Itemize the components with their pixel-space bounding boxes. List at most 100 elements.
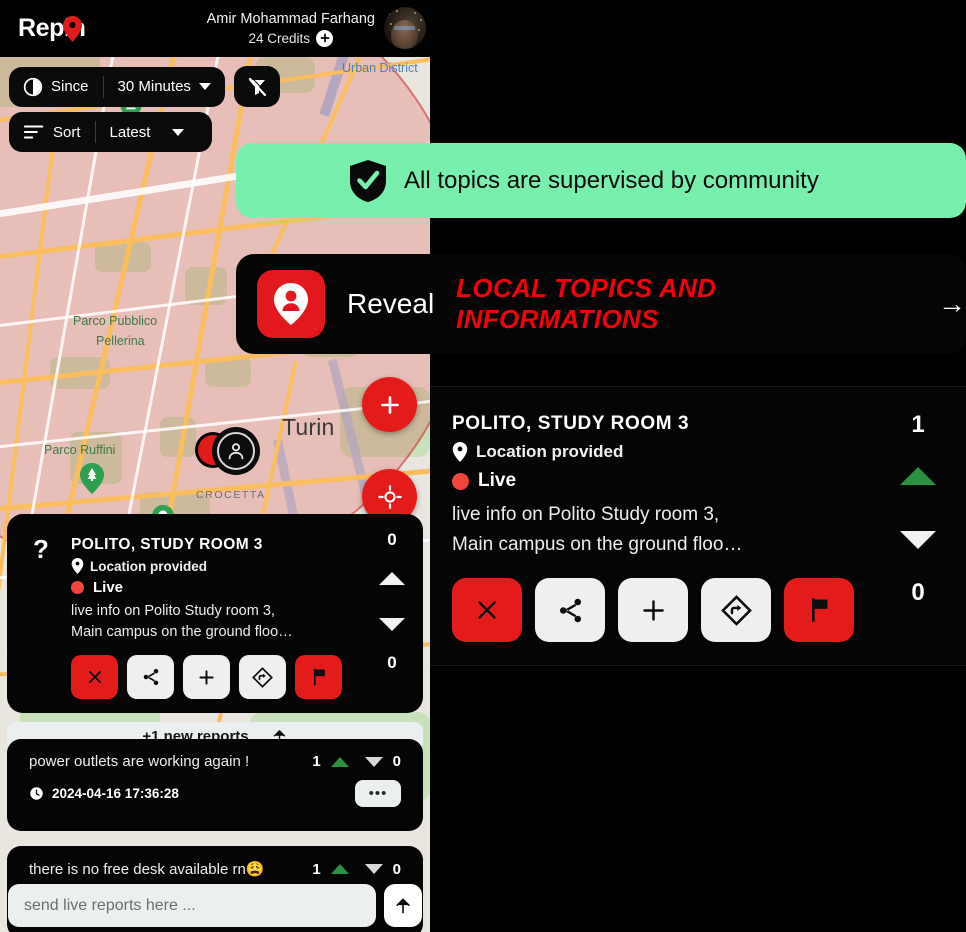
report-location: Location provided xyxy=(71,558,359,574)
upvote-button[interactable] xyxy=(379,572,405,585)
chevron-down-icon xyxy=(172,128,185,136)
account-text: Amir Mohammad Farhang 24 Credits xyxy=(207,10,375,47)
report-card[interactable]: ? POLITO, STUDY ROOM 3 Location provided… xyxy=(7,514,423,713)
downvote-button[interactable] xyxy=(364,756,383,767)
contrast-circle-icon xyxy=(23,77,43,96)
close-button[interactable] xyxy=(71,655,118,699)
add-button[interactable] xyxy=(618,578,688,642)
arrow-up-icon xyxy=(396,898,410,913)
send-report-input[interactable] xyxy=(8,884,376,927)
feed-item-votes: 1 0 xyxy=(312,753,401,770)
report-card-detail[interactable]: POLITO, STUDY ROOM 3 Location provided L… xyxy=(430,386,966,666)
directions-icon xyxy=(252,666,273,688)
feed-item-row: power outlets are working again ! 1 0 xyxy=(7,753,423,770)
report-status: Live xyxy=(71,579,359,596)
share-button[interactable] xyxy=(127,655,174,699)
share-button[interactable] xyxy=(535,578,605,642)
map-label: Parco Pubblico xyxy=(73,314,158,328)
sort-segment[interactable]: Sort xyxy=(9,112,95,152)
person-marker-icon xyxy=(214,429,258,473)
share-icon xyxy=(143,668,158,686)
report-body-line-2: Main campus on the ground floo… xyxy=(452,534,743,555)
upvote-button[interactable] xyxy=(330,864,349,874)
since-segment[interactable]: Since xyxy=(9,67,103,107)
report-body-line-2: Main campus on the ground floo… xyxy=(71,624,293,640)
shield-check-icon xyxy=(350,159,386,202)
map-pin-icon xyxy=(452,442,468,462)
downvote-count: 0 xyxy=(911,579,925,606)
since-label: Since xyxy=(51,78,89,95)
reveal-prefix: Reveal xyxy=(347,288,435,319)
composer-bar xyxy=(8,884,422,927)
add-report-fab[interactable] xyxy=(362,377,417,432)
map-label: Pellerina xyxy=(96,334,145,348)
map-label: Urban District xyxy=(342,61,418,75)
report-location: Location provided xyxy=(452,442,870,462)
park-poi-pin[interactable] xyxy=(80,463,104,494)
plus-icon xyxy=(642,599,664,621)
directions-button[interactable] xyxy=(701,578,771,642)
since-filter-chip[interactable]: Since 30 Minutes xyxy=(9,66,225,107)
app-header: Repin Amir Mohammad Farhang 24 Credits xyxy=(0,0,430,57)
since-value-dropdown[interactable]: 30 Minutes xyxy=(104,67,225,107)
supervised-banner-text: All topics are supervised by community xyxy=(404,166,819,194)
x-icon xyxy=(478,601,496,619)
since-value: 30 Minutes xyxy=(117,78,191,95)
sort-value: Latest xyxy=(109,123,151,141)
account-summary[interactable]: Amir Mohammad Farhang 24 Credits xyxy=(207,7,426,49)
clear-filter-button[interactable] xyxy=(233,66,280,107)
map-pin-icon xyxy=(63,16,82,42)
plus-icon xyxy=(199,669,214,685)
map-label: CROCETTA xyxy=(196,489,266,501)
arrow-right-icon: → xyxy=(938,288,966,319)
directions-button[interactable] xyxy=(239,655,286,699)
downvote-button[interactable] xyxy=(364,864,383,874)
sort-value-dropdown[interactable]: Latest xyxy=(96,112,213,152)
upvote-count: 1 xyxy=(911,411,925,438)
reveal-highlight: LOCAL TOPICS AND INFORMATIONS xyxy=(456,273,717,334)
sort-label: Sort xyxy=(53,123,81,141)
report-title: POLITO, STUDY ROOM 3 xyxy=(71,536,263,553)
report-flag-button[interactable] xyxy=(784,578,854,642)
list-item[interactable]: power outlets are working again ! 1 0 20… xyxy=(7,739,423,831)
x-icon xyxy=(88,671,101,683)
chevron-down-icon xyxy=(198,83,211,90)
upvote-button[interactable] xyxy=(900,467,936,485)
feed-item-meta: 2024-04-16 17:36:28 ••• xyxy=(7,780,423,807)
report-actions xyxy=(452,578,870,642)
vote-column: 1 0 xyxy=(870,387,966,665)
plus-circle-icon[interactable] xyxy=(316,29,334,47)
credits-row: 24 Credits xyxy=(207,29,375,47)
feed-item-text: power outlets are working again ! xyxy=(29,753,250,770)
report-status-text: Live xyxy=(93,579,124,596)
report-status-text: Live xyxy=(478,470,517,491)
supervised-banner[interactable]: All topics are supervised by community xyxy=(236,143,966,218)
report-title: POLITO, STUDY ROOM 3 xyxy=(452,413,690,434)
send-button[interactable] xyxy=(384,884,422,927)
downvote-button[interactable] xyxy=(900,531,936,549)
credits-label: 24 Credits xyxy=(248,30,311,46)
report-location-text: Location provided xyxy=(90,558,208,574)
upvote-button[interactable] xyxy=(330,756,349,767)
downvote-button[interactable] xyxy=(379,618,405,631)
avatar[interactable] xyxy=(384,7,426,49)
app-logo[interactable]: Repin xyxy=(18,14,86,43)
upvote-count: 0 xyxy=(387,530,397,549)
downvote-count: 0 xyxy=(387,653,397,672)
report-body-line-1: live info on Polito Study room 3, xyxy=(452,504,720,525)
add-button[interactable] xyxy=(183,655,230,699)
report-flag-button[interactable] xyxy=(295,655,342,699)
upvote-count: 1 xyxy=(312,753,321,770)
reveal-banner[interactable]: Reveal LOCAL TOPICS AND INFORMATIONS → xyxy=(236,254,966,354)
map-label: Turin xyxy=(282,414,335,440)
feed-item-votes: 1 0 xyxy=(312,861,401,878)
report-location-text: Location provided xyxy=(476,442,624,461)
report-actions xyxy=(71,655,359,699)
sort-filter-chip[interactable]: Sort Latest xyxy=(9,112,213,152)
directions-icon xyxy=(720,594,752,626)
more-options-button[interactable]: ••• xyxy=(355,780,401,807)
timestamp: 2024-04-16 17:36:28 xyxy=(29,786,179,801)
upvote-count: 1 xyxy=(312,860,321,878)
close-button[interactable] xyxy=(452,578,522,642)
plus-icon xyxy=(380,395,399,414)
